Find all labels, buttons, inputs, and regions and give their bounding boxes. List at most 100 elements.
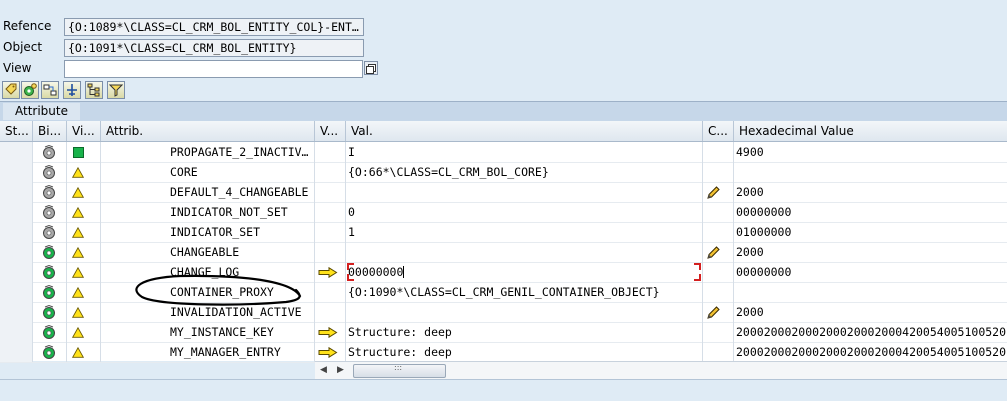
value-cell: 1 <box>346 222 703 242</box>
edit-pencil-icon[interactable] <box>705 185 721 201</box>
table-row[interactable]: MY_INSTANCE_KEY Structure: deep 20002000… <box>0 322 1007 343</box>
column-header-visibility[interactable]: Vi... <box>67 121 101 141</box>
scrollbar-thumb[interactable]: ::: <box>353 363 446 378</box>
hierarchy-icon[interactable] <box>85 81 103 99</box>
table-row[interactable]: PROPAGATE_2_INACTIV… I 4900 <box>0 142 1007 163</box>
edit-pencil-icon[interactable] <box>705 305 721 321</box>
hex-value: 4900 <box>736 145 764 159</box>
change-cell <box>703 302 734 322</box>
column-header-attribute[interactable]: Attrib. <box>101 121 315 141</box>
change-cell <box>703 282 734 302</box>
hex-value: 200020002000200020002000420054005100520 <box>736 345 1007 359</box>
table-row[interactable]: CONTAINER_PROXY {O:1090*\CLASS=CL_CRM_GE… <box>0 282 1007 303</box>
table-row[interactable]: INVALIDATION_ACTIVE 2000 <box>0 302 1007 323</box>
column-header-hex[interactable]: Hexadecimal Value <box>734 121 1007 141</box>
binding-cell <box>33 342 67 362</box>
column-header-value[interactable]: Val. <box>346 121 703 141</box>
tab-attribute[interactable]: Attribute <box>3 103 80 120</box>
value-edit-frame <box>347 263 701 281</box>
value-cell: 0 <box>346 202 703 222</box>
flow-icon[interactable] <box>41 81 59 99</box>
change-cell <box>703 142 734 162</box>
table-row[interactable]: INDICATOR_SET 1 01000000 <box>0 222 1007 243</box>
binding-cell <box>33 242 67 262</box>
table-row[interactable]: INDICATOR_NOT_SET 0 00000000 <box>0 202 1007 223</box>
drilldown-cell <box>315 302 346 322</box>
hex-value <box>734 282 1007 302</box>
value-cell: Structure: deep <box>346 322 703 342</box>
hex-value: 2000 <box>736 185 764 199</box>
binding-cell <box>33 222 67 242</box>
value-text: Structure: deep <box>348 325 452 339</box>
value-text: 1 <box>348 225 355 239</box>
drilldown-cell <box>315 202 346 222</box>
table-row[interactable]: MY_MANAGER_ENTRY Structure: deep 2000200… <box>0 342 1007 363</box>
binding-cell <box>33 142 67 162</box>
binding-cell <box>33 162 67 182</box>
edit-pencil-icon[interactable] <box>705 245 721 261</box>
attribute-name[interactable]: CONTAINER_PROXY <box>101 282 315 302</box>
horizontal-scrollbar[interactable]: ◀ ▶ ::: <box>315 361 1007 379</box>
grid-header: St... Bi... Vi... Attrib. V... Val. C...… <box>0 121 1007 142</box>
change-cell <box>703 202 734 222</box>
scroll-right-icon[interactable]: ▶ <box>337 365 344 375</box>
table-row[interactable]: DEFAULT_4_CHANGEABLE 2000 <box>0 182 1007 203</box>
attribute-name[interactable]: MY_INSTANCE_KEY <box>101 322 315 342</box>
visibility-cell <box>67 282 101 302</box>
visibility-protected-icon <box>72 227 84 238</box>
tab-strip: Attribute <box>0 101 1007 122</box>
status-cell <box>0 142 33 162</box>
visibility-protected-icon <box>72 207 84 218</box>
visibility-cell <box>67 222 101 242</box>
status-cell <box>0 262 33 282</box>
drilldown-arrow-icon[interactable] <box>318 347 338 358</box>
drilldown-cell <box>315 242 346 262</box>
attribute-name[interactable]: MY_MANAGER_ENTRY <box>101 342 315 362</box>
drilldown-cell <box>315 162 346 182</box>
attribute-name[interactable]: CORE <box>101 162 315 182</box>
settings-gear-icon[interactable] <box>21 81 39 99</box>
visibility-protected-icon <box>72 247 84 258</box>
hex-value: 2000 <box>736 305 764 319</box>
table-row[interactable]: CHANGEABLE 2000 <box>0 242 1007 263</box>
drilldown-arrow-icon[interactable] <box>318 327 338 338</box>
table-row[interactable]: CORE {O:66*\CLASS=CL_CRM_BOL_CORE} <box>0 162 1007 183</box>
object-field[interactable]: {O:1091*\CLASS=CL_CRM_BOL_ENTITY} <box>64 39 364 57</box>
visibility-protected-icon <box>72 327 84 338</box>
drilldown-arrow-icon[interactable] <box>318 267 338 278</box>
column-header-status[interactable]: St... <box>0 121 33 141</box>
table-row[interactable]: CHANGE_LOG 00000000 00000000 <box>0 262 1007 283</box>
change-cell <box>703 162 734 182</box>
scroll-left-icon[interactable]: ◀ <box>320 365 327 375</box>
status-cell <box>0 302 33 322</box>
attribute-grid: St... Bi... Vi... Attrib. V... Val. C...… <box>0 121 1007 363</box>
column-header-binding[interactable]: Bi... <box>33 121 67 141</box>
attribute-name[interactable]: INVALIDATION_ACTIVE <box>101 302 315 322</box>
view-input[interactable] <box>64 60 363 78</box>
column-header-v[interactable]: V... <box>315 121 346 141</box>
reference-field[interactable]: {O:1089*\CLASS=CL_CRM_BOL_ENTITY_COL}-EN… <box>64 18 364 36</box>
attribute-name[interactable]: CHANGEABLE <box>101 242 315 262</box>
attribute-name[interactable]: PROPAGATE_2_INACTIV… <box>101 142 315 162</box>
filter-icon[interactable] <box>107 81 125 99</box>
attribute-name[interactable]: DEFAULT_4_CHANGEABLE <box>101 182 315 202</box>
value-help-icon[interactable] <box>364 61 378 75</box>
binding-cell <box>33 202 67 222</box>
visibility-protected-icon <box>72 267 84 278</box>
pin-icon[interactable] <box>63 81 81 99</box>
status-cell <box>0 342 33 362</box>
attribute-name[interactable]: INDICATOR_SET <box>101 222 315 242</box>
binding-cell <box>33 302 67 322</box>
value-input[interactable]: 00000000 <box>346 262 703 282</box>
visibility-cell <box>67 342 101 362</box>
attribute-name[interactable]: INDICATOR_NOT_SET <box>101 202 315 222</box>
value-cell <box>346 182 703 202</box>
visibility-protected-icon <box>72 307 84 318</box>
attribute-name[interactable]: CHANGE_LOG <box>101 262 315 282</box>
object-label: Object <box>3 40 43 54</box>
column-header-change[interactable]: C... <box>703 121 734 141</box>
change-cell <box>703 342 734 362</box>
tag-icon[interactable] <box>2 81 20 99</box>
visibility-protected-icon <box>72 347 84 358</box>
value-text: {O:66*\CLASS=CL_CRM_BOL_CORE} <box>348 165 549 179</box>
